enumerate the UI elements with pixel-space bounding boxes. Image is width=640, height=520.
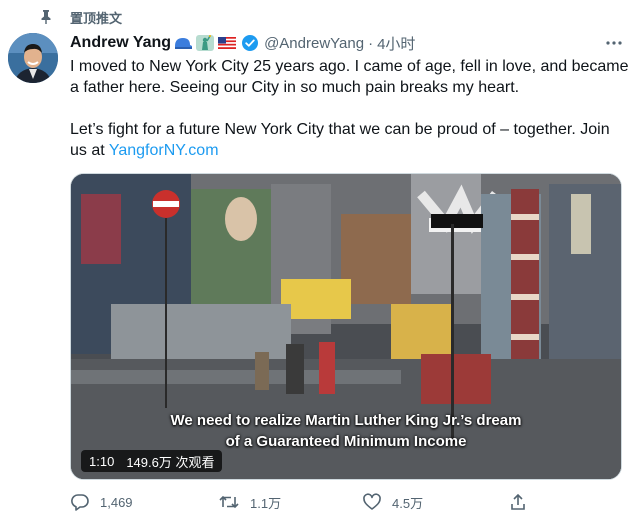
share-button[interactable]	[508, 490, 538, 514]
reply-count: 1,469	[100, 494, 133, 510]
video-caption-line-2: of a Guaranteed Minimum Income	[225, 433, 467, 450]
pin-icon	[38, 9, 54, 25]
retweet-icon	[219, 495, 239, 509]
avatar[interactable]	[8, 33, 58, 83]
tweet-text: I moved to New York City 25 years ago. I…	[70, 56, 630, 161]
retweet-count: 1.1万	[250, 495, 282, 511]
cap-emoji	[173, 34, 193, 52]
pinned-indicator: 置顶推文	[38, 6, 122, 28]
author-handle[interactable]: @AndrewYang	[264, 35, 364, 52]
like-button[interactable]: 4.5万	[362, 490, 423, 514]
like-count: 4.5万	[392, 495, 424, 511]
separator-dot: ·	[368, 34, 374, 52]
website-link[interactable]: YangforNY.com	[109, 142, 219, 159]
retweet-button[interactable]: 1.1万	[218, 490, 281, 514]
video-info-badge: 1:10 149.6万 次观看	[81, 450, 223, 472]
tweet-paragraph-2: Let’s fight for a future New York City t…	[70, 119, 630, 161]
tweet-paragraph-1: I moved to New York City 25 years ago. I…	[70, 58, 629, 96]
author-name[interactable]: Andrew Yang	[70, 34, 171, 52]
action-bar: 1,469 1.1万 4.5万	[70, 490, 610, 514]
more-icon[interactable]	[602, 34, 626, 52]
heart-icon	[363, 493, 381, 510]
tweet-timestamp[interactable]: 4小时	[377, 33, 415, 54]
video-player[interactable]: We need to realize Martin Luther King Jr…	[70, 173, 622, 480]
reply-icon	[71, 494, 89, 511]
tweet-header: Andrew Yang @AndrewYang · 4小时	[70, 32, 415, 54]
video-view-count: 149.6万 次观看	[126, 454, 215, 470]
us-flag-emoji	[217, 34, 237, 52]
pinned-label: 置顶推文	[70, 10, 123, 26]
reply-button[interactable]: 1,469	[70, 490, 133, 514]
verified-badge-icon	[241, 34, 259, 52]
video-caption-line-1: We need to realize Martin Luther King Jr…	[170, 412, 522, 429]
statue-of-liberty-emoji	[195, 34, 215, 52]
video-duration: 1:10	[89, 453, 115, 469]
share-icon	[511, 493, 525, 510]
